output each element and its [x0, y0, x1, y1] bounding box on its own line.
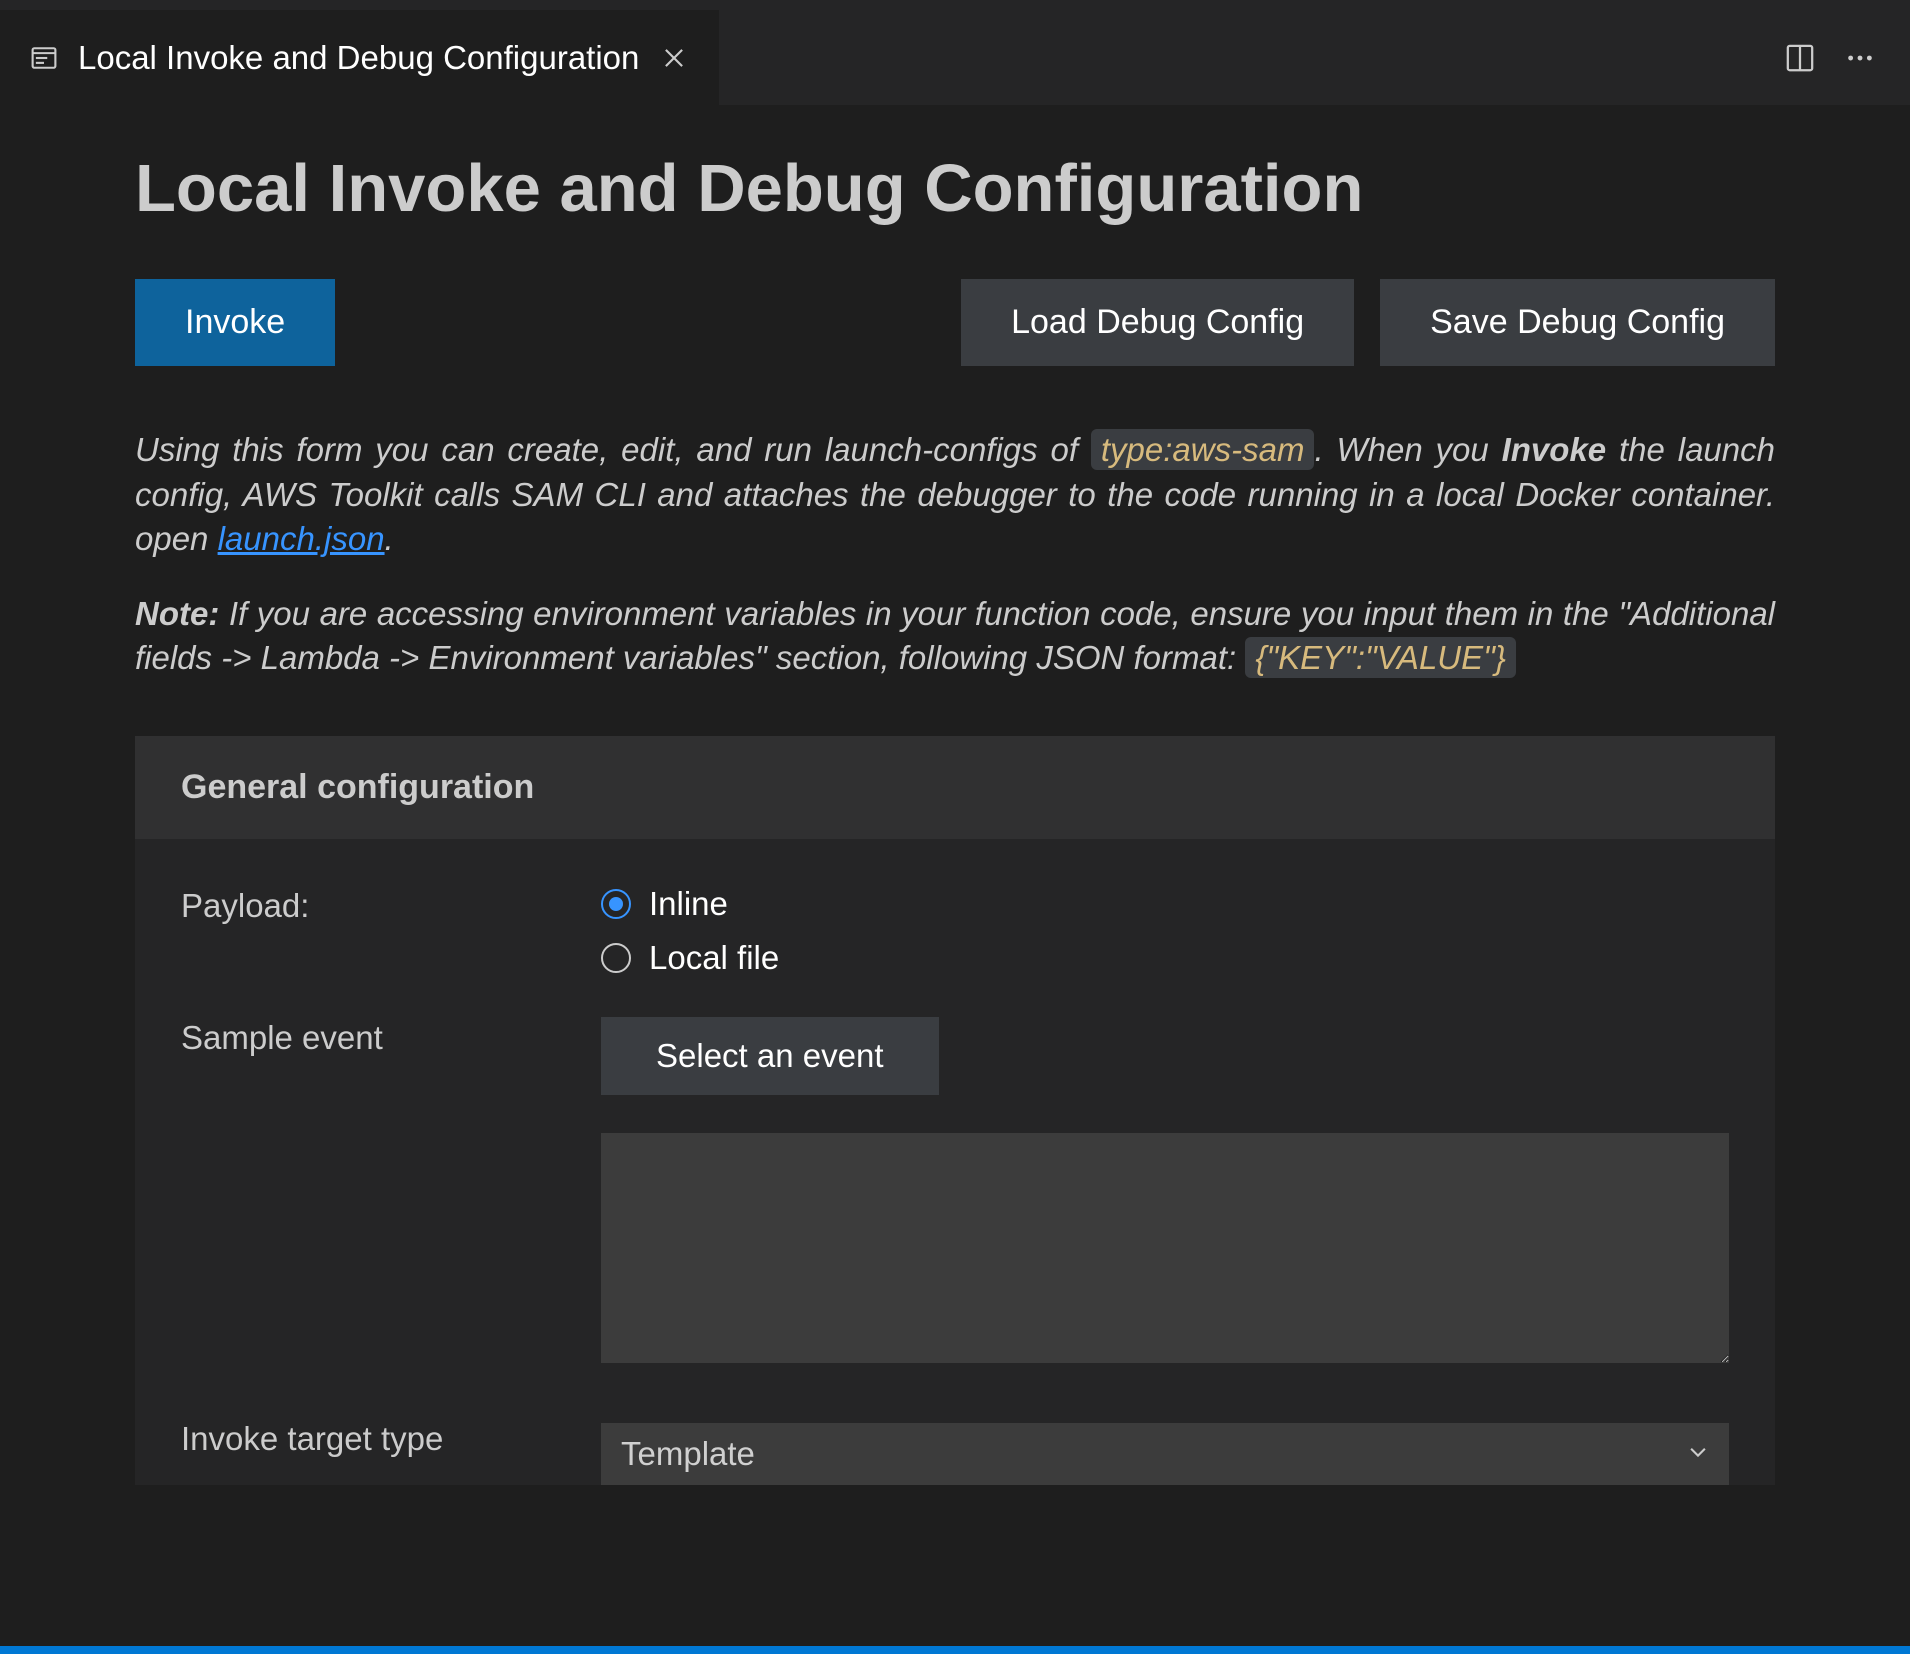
button-row-right: Load Debug Config Save Debug Config: [961, 279, 1775, 366]
sample-event-textarea[interactable]: [601, 1133, 1729, 1363]
preview-icon: [30, 44, 58, 72]
desc-text: . When you: [1314, 431, 1501, 468]
sample-event-label: Sample event: [181, 1017, 601, 1368]
payload-label: Payload:: [181, 885, 601, 977]
note-label: Note:: [135, 595, 219, 632]
invoke-target-type-row: Invoke target type Template: [181, 1418, 1729, 1485]
page-title: Local Invoke and Debug Configuration: [135, 150, 1775, 227]
button-row: Invoke Load Debug Config Save Debug Conf…: [135, 279, 1775, 366]
close-icon[interactable]: [659, 43, 689, 73]
more-icon[interactable]: [1845, 43, 1875, 73]
load-debug-config-button[interactable]: Load Debug Config: [961, 279, 1354, 366]
note-block: Note: If you are accessing environment v…: [135, 592, 1775, 681]
note-body: If you are accessing environment variabl…: [135, 595, 1775, 677]
desc-text: .: [385, 520, 394, 557]
content: Local Invoke and Debug Configuration Inv…: [0, 105, 1910, 1485]
general-config-panel: General configuration Payload: Inline: [135, 736, 1775, 1485]
save-debug-config-button[interactable]: Save Debug Config: [1380, 279, 1775, 366]
description: Using this form you can create, edit, an…: [135, 428, 1775, 562]
tab-actions: [1785, 43, 1890, 73]
invoke-target-type-label: Invoke target type: [181, 1418, 601, 1485]
split-editor-icon[interactable]: [1785, 43, 1815, 73]
invoke-target-type-select[interactable]: Template: [601, 1423, 1729, 1485]
radio-label: Inline: [649, 885, 728, 923]
panel-header: General configuration: [135, 736, 1775, 839]
select-event-button[interactable]: Select an event: [601, 1017, 939, 1095]
panel-body: Payload: Inline Local file: [135, 839, 1775, 1485]
desc-text: Using this form you can create, edit, an…: [135, 431, 1091, 468]
radio-unchecked-icon: [601, 943, 631, 973]
radio-label: Local file: [649, 939, 779, 977]
tab-title: Local Invoke and Debug Configuration: [78, 39, 639, 77]
tab-bar: Local Invoke and Debug Configuration: [0, 10, 1910, 105]
type-chip: type:aws-sam: [1091, 429, 1315, 470]
note-example: {"KEY":"VALUE"}: [1245, 637, 1516, 678]
desc-invoke-word: Invoke: [1502, 431, 1607, 468]
payload-localfile-radio[interactable]: Local file: [601, 939, 1729, 977]
payload-row: Payload: Inline Local file: [181, 885, 1729, 977]
payload-radio-group: Inline Local file: [601, 885, 1729, 977]
invoke-button[interactable]: Invoke: [135, 279, 335, 366]
panel-title: General configuration: [181, 768, 1729, 807]
sample-event-row: Sample event Select an event: [181, 1017, 1729, 1368]
tab-group: Local Invoke and Debug Configuration: [0, 10, 719, 105]
launch-json-link[interactable]: launch.json: [218, 520, 385, 557]
payload-inline-radio[interactable]: Inline: [601, 885, 1729, 923]
radio-checked-icon: [601, 889, 631, 919]
tab-active[interactable]: Local Invoke and Debug Configuration: [0, 10, 719, 105]
status-bar[interactable]: [0, 1646, 1910, 1654]
